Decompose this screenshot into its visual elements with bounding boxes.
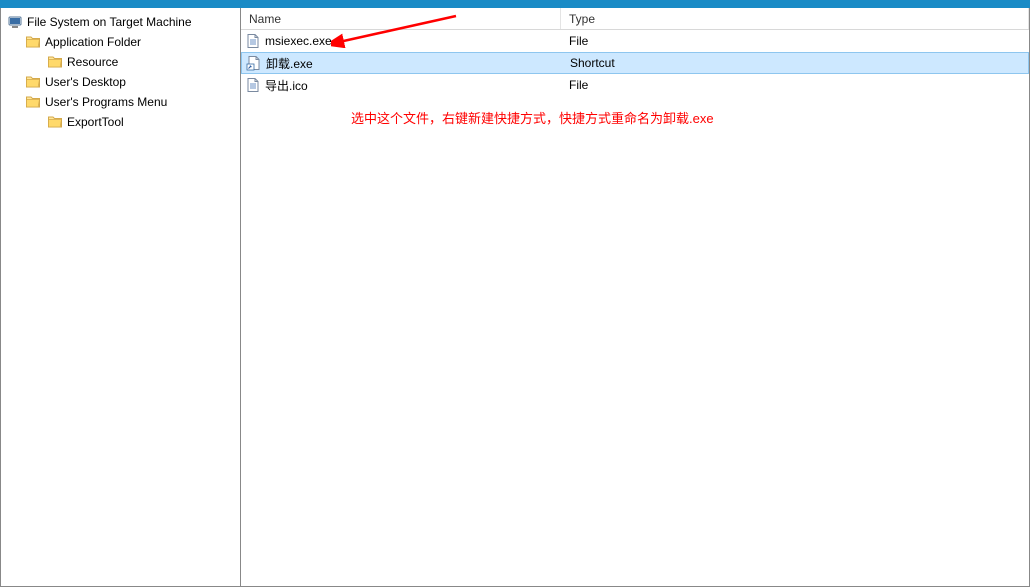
cell-name: msiexec.exe: [241, 33, 561, 49]
columns-header: Name Type: [241, 8, 1029, 30]
cell-name: 导出.ico: [241, 77, 561, 94]
file-rows: msiexec.exe File 卸载.exe Shortcut 导出.ico File: [241, 30, 1029, 586]
list-panel: Name Type msiexec.exe File 卸载.exe Shortcut 导…: [241, 8, 1029, 586]
main-container: File System on Target Machine Applicatio…: [0, 8, 1030, 587]
file-row[interactable]: msiexec.exe File: [241, 30, 1029, 52]
file-row[interactable]: 卸载.exe Shortcut: [241, 52, 1029, 74]
folder-icon: [47, 114, 63, 130]
cell-type: File: [561, 34, 1029, 48]
cell-name: 卸载.exe: [242, 55, 562, 72]
column-header-type[interactable]: Type: [561, 8, 1029, 29]
tree-item-label: User's Programs Menu: [45, 95, 167, 109]
tree-item[interactable]: Resource: [3, 52, 238, 72]
tree-panel: File System on Target Machine Applicatio…: [1, 8, 241, 586]
tree-item-label: ExportTool: [67, 115, 124, 129]
tree-item[interactable]: User's Programs Menu: [3, 92, 238, 112]
computer-icon: [7, 14, 23, 30]
tree-item[interactable]: Application Folder: [3, 32, 238, 52]
tree-root[interactable]: File System on Target Machine: [3, 12, 238, 32]
folder-icon: [25, 34, 41, 50]
folder-icon: [25, 94, 41, 110]
folder-icon: [25, 74, 41, 90]
shortcut-icon: [246, 55, 262, 71]
folder-icon: [47, 54, 63, 70]
tree-item-label: Resource: [67, 55, 118, 69]
tree-item[interactable]: User's Desktop: [3, 72, 238, 92]
file-row[interactable]: 导出.ico File: [241, 74, 1029, 96]
file-name: 卸载.exe: [266, 55, 313, 72]
window-titlebar: [0, 0, 1030, 8]
cell-type: File: [561, 78, 1029, 92]
file-name: 导出.ico: [265, 77, 308, 94]
tree-item-label: User's Desktop: [45, 75, 126, 89]
file-icon: [245, 77, 261, 93]
cell-type: Shortcut: [562, 56, 1028, 70]
file-icon: [245, 33, 261, 49]
tree-item-label: Application Folder: [45, 35, 141, 49]
tree-root-label: File System on Target Machine: [27, 15, 192, 29]
file-name: msiexec.exe: [265, 34, 332, 48]
column-header-name[interactable]: Name: [241, 8, 561, 29]
tree-item[interactable]: ExportTool: [3, 112, 238, 132]
